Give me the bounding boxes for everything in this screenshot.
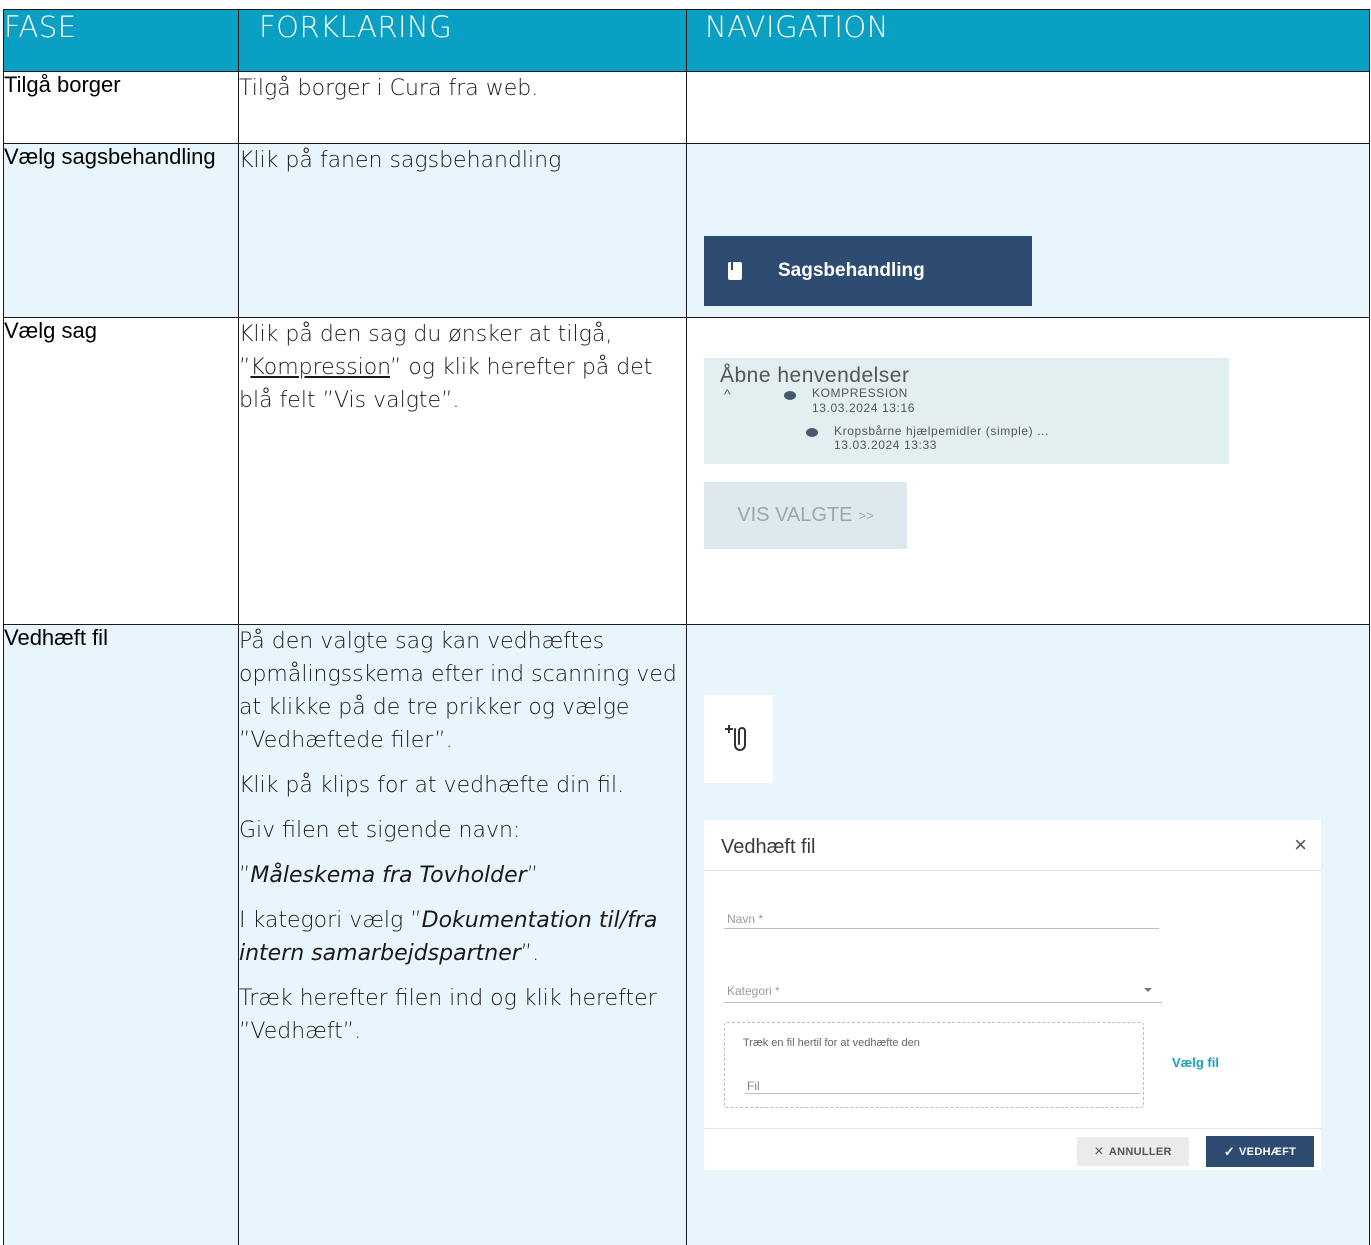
category-field-label: Kategori * — [727, 984, 780, 998]
file-field-label: Fil — [747, 1079, 760, 1093]
header-forklaring: FORKLARING — [239, 10, 687, 72]
file-name-example: Måleskema fra Tovholder — [250, 863, 526, 888]
explanation-paragraph: På den valgte sag kan vedhæftes opmåling… — [239, 625, 686, 757]
vis-valgte-suffix: >> — [859, 508, 874, 523]
file-input[interactable] — [745, 1093, 1140, 1094]
explanation-text: I kategori vælg ” — [239, 908, 422, 933]
phase-cell: Vælg sag — [4, 318, 239, 625]
phase-cell: Vælg sagsbehandling — [4, 144, 239, 318]
chevron-down-icon — [1144, 988, 1152, 992]
cancel-label: ANNULLER — [1109, 1146, 1172, 1158]
page: FASE FORKLARING NAVIGATION Tilgå borger … — [0, 0, 1371, 1233]
explanation-cell: På den valgte sag kan vedhæftes opmåling… — [239, 625, 687, 1245]
table-row: Tilgå borger Tilgå borger i Cura fra web… — [4, 72, 1370, 144]
navigation-cell: Vedhæft fil × Navn * Kategori * Træk en … — [687, 625, 1370, 1245]
phase-cell: Vedhæft fil — [4, 625, 239, 1245]
file-drop-zone[interactable]: Træk en fil hertil for at vedhæfte den F… — [724, 1022, 1144, 1108]
divider — [704, 870, 1321, 871]
case-name[interactable]: Kropsbårne hjælpemidler (simple) ... — [834, 424, 1049, 438]
quote-mark: ” — [239, 863, 250, 888]
table-row: Vedhæft fil På den valgte sag kan vedhæf… — [4, 625, 1370, 1245]
table-row: Vælg sag Klik på den sag du ønsker at ti… — [4, 318, 1370, 625]
sagsbehandling-label: Sagsbehandling — [778, 260, 925, 282]
attach-label: VEDHÆFT — [1239, 1146, 1296, 1158]
name-input[interactable] — [724, 928, 1159, 929]
header-fase: FASE — [4, 10, 239, 72]
navigation-cell: Åbne henvendelser ^ KOMPRESSION 13.03.20… — [687, 318, 1370, 625]
book-icon — [728, 262, 742, 280]
header-row: FASE FORKLARING NAVIGATION — [4, 10, 1370, 72]
sagsbehandling-button[interactable]: Sagsbehandling — [704, 236, 1032, 306]
case-name[interactable]: KOMPRESSION — [812, 386, 908, 400]
case-status-dot-icon — [806, 428, 818, 437]
attach-button[interactable] — [704, 695, 773, 783]
paperclip-plus-icon — [722, 723, 752, 755]
explanation-text: ”. — [521, 941, 539, 966]
explanation-cell: Klik på den sag du ønsker at tilgå, ”Kom… — [239, 318, 687, 625]
explanation-paragraph: Giv filen et sigende navn: — [239, 814, 686, 847]
vis-valgte-label: VIS VALGTE — [737, 504, 852, 527]
collapse-caret-icon[interactable]: ^ — [724, 386, 731, 402]
explanation-paragraph: I kategori vælg ”Dokumentation til/fra i… — [239, 904, 686, 970]
table-row: Vælg sagsbehandling Klik på fanen sagsbe… — [4, 144, 1370, 318]
navigation-cell — [687, 72, 1370, 144]
phase-cell: Tilgå borger — [4, 72, 239, 144]
explanation-paragraph: Klik på klips for at vedhæfte din fil. — [239, 769, 686, 802]
explanation-paragraph: Træk herefter filen ind og klik herefter… — [239, 982, 686, 1048]
cancel-button[interactable]: × ANNULLER — [1077, 1137, 1189, 1166]
header-navigation: NAVIGATION — [687, 10, 1370, 72]
explanation-paragraph: ”Måleskema fra Tovholder” — [239, 859, 686, 892]
case-date: 13.03.2024 13:33 — [834, 438, 937, 452]
choose-file-link[interactable]: Vælg fil — [1172, 1055, 1219, 1070]
attach-file-dialog: Vedhæft fil × Navn * Kategori * Træk en … — [704, 820, 1321, 1170]
navigation-cell: Sagsbehandling — [687, 144, 1370, 318]
case-status-dot-icon — [784, 391, 796, 400]
close-icon[interactable]: × — [1294, 832, 1307, 858]
quote-mark: ” — [527, 863, 538, 888]
check-icon: ✓ — [1224, 1144, 1235, 1160]
explanation-cell: Klik på fanen sagsbehandling — [239, 144, 687, 318]
category-select[interactable] — [724, 1002, 1162, 1003]
vis-valgte-button[interactable]: VIS VALGTE >> — [704, 482, 907, 549]
dialog-title: Vedhæft fil — [721, 836, 816, 859]
open-cases-title: Åbne henvendelser — [720, 364, 909, 388]
case-date: 13.03.2024 13:16 — [812, 401, 915, 415]
divider — [704, 1128, 1321, 1129]
attach-submit-button[interactable]: ✓ VEDHÆFT — [1206, 1136, 1314, 1167]
drop-zone-text: Træk en fil hertil for at vedhæfte den — [743, 1037, 920, 1049]
open-cases-panel: Åbne henvendelser ^ KOMPRESSION 13.03.20… — [704, 358, 1229, 464]
explanation-cell: Tilgå borger i Cura fra web. — [239, 72, 687, 144]
guide-table: FASE FORKLARING NAVIGATION Tilgå borger … — [3, 9, 1370, 1245]
kompression-link: Kompression — [250, 355, 390, 380]
close-icon: × — [1094, 1143, 1104, 1161]
name-field-label: Navn * — [727, 912, 763, 926]
